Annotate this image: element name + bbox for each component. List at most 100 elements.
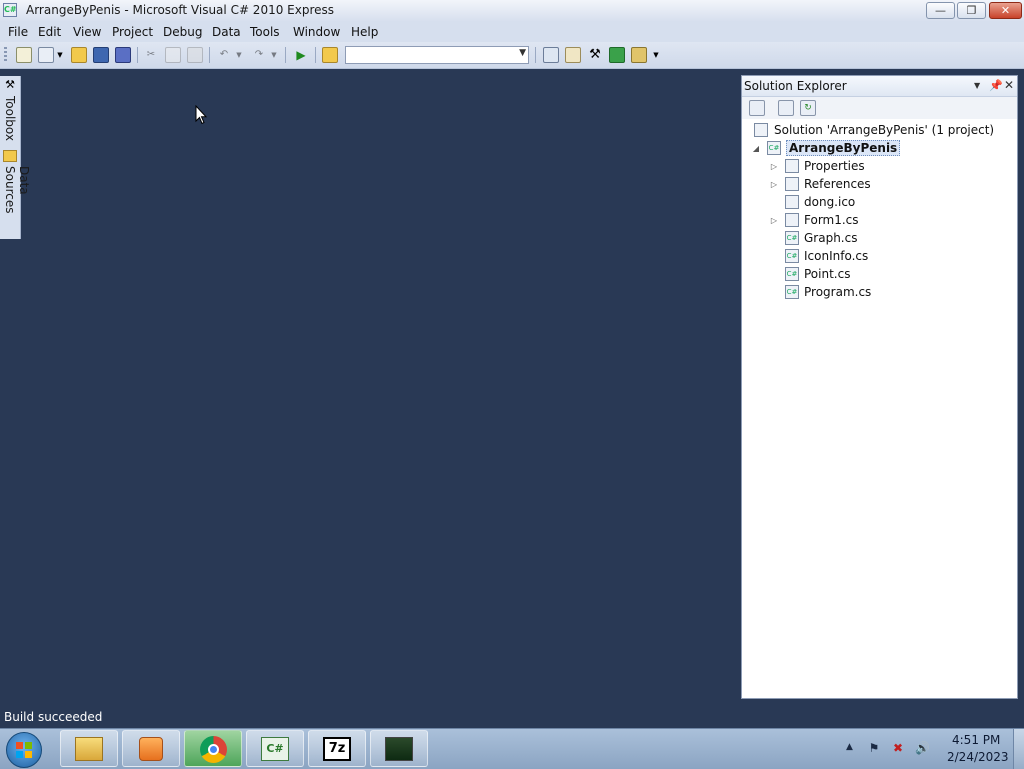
volume-icon[interactable]: 🔊 xyxy=(915,741,930,755)
solution-explorer-icon[interactable] xyxy=(543,47,559,63)
menu-tools[interactable]: Tools xyxy=(250,25,280,39)
status-bar: Build succeeded xyxy=(0,706,1024,728)
mouse-cursor-icon xyxy=(195,105,207,125)
menu-project[interactable]: Project xyxy=(112,25,153,39)
clock-date[interactable]: 2/24/2023 xyxy=(947,750,1009,764)
minimize-button[interactable]: — xyxy=(926,2,955,19)
open-icon[interactable] xyxy=(71,47,87,63)
close-panel-icon[interactable]: ✕ xyxy=(1004,78,1014,92)
project-node[interactable]: ◢ C# ArrangeByPenis xyxy=(751,139,901,157)
taskbar-visual-csharp-express[interactable]: C# xyxy=(246,730,304,767)
close-button[interactable]: ✕ xyxy=(989,2,1022,19)
chrome-icon xyxy=(200,736,227,763)
tree-item-properties[interactable]: ▷ Properties xyxy=(769,157,865,175)
auto-hide-pin-icon[interactable]: 📌 xyxy=(989,79,1003,92)
show-desktop-button[interactable] xyxy=(1013,729,1024,769)
title-bar[interactable]: C# ArrangeByPenis - Microsoft Visual C# … xyxy=(0,0,1024,23)
cut-icon[interactable]: ✂ xyxy=(143,47,159,63)
tree-item-form1[interactable]: ▷ Form1.cs xyxy=(769,211,859,229)
toolbar-overflow-icon[interactable]: ▼ xyxy=(651,47,661,63)
find-combo-box[interactable]: ▼ xyxy=(345,46,529,64)
new-project-icon[interactable] xyxy=(16,47,32,63)
add-item-icon[interactable] xyxy=(38,47,54,63)
tree-item-iconinfo[interactable]: C# IconInfo.cs xyxy=(769,247,868,265)
start-debugging-icon[interactable]: ▶ xyxy=(293,47,309,63)
chevron-down-icon[interactable]: ▼ xyxy=(270,47,278,63)
data-sources-tab[interactable]: Data Sources xyxy=(3,166,31,239)
action-center-icon[interactable]: ⚑ xyxy=(867,741,881,755)
panel-title: Solution Explorer xyxy=(744,79,847,93)
solution-explorer-panel: Solution Explorer ▼ 📌 ✕ ↻ Solution 'Arra… xyxy=(741,75,1018,699)
tree-item-program[interactable]: C# Program.cs xyxy=(769,283,871,301)
taskbar-google-chrome[interactable] xyxy=(184,730,242,767)
data-sources-icon xyxy=(3,150,17,162)
undo-icon[interactable]: ↶ xyxy=(216,47,232,63)
show-all-files-icon[interactable] xyxy=(778,100,794,116)
tree-item-references[interactable]: ▷ References xyxy=(769,175,871,193)
copy-icon[interactable] xyxy=(165,47,181,63)
start-page-icon[interactable] xyxy=(631,47,647,63)
menu-view[interactable]: View xyxy=(73,25,101,39)
csharp-project-icon: C# xyxy=(767,141,781,155)
paste-icon[interactable] xyxy=(187,47,203,63)
expand-arrow-icon[interactable]: ▷ xyxy=(769,180,779,189)
toolbar-separator xyxy=(285,47,286,63)
tree-item-label: Form1.cs xyxy=(804,213,859,227)
tree-item-dong-ico[interactable]: dong.ico xyxy=(769,193,855,211)
find-in-files-icon[interactable] xyxy=(322,47,338,63)
toolbar-grip[interactable] xyxy=(4,47,7,63)
csharp-file-icon: C# xyxy=(785,267,799,281)
menu-file[interactable]: File xyxy=(8,25,28,39)
references-folder-icon xyxy=(785,177,799,191)
network-disconnected-icon[interactable]: ✖ xyxy=(891,741,905,755)
menu-debug[interactable]: Debug xyxy=(163,25,202,39)
taskbar: C# 7z ▲ ⚑ ✖ 🔊 4:51 PM 2/24/2023 xyxy=(0,728,1024,769)
save-all-icon[interactable] xyxy=(115,47,131,63)
properties-icon[interactable] xyxy=(565,47,581,63)
expand-arrow-icon[interactable]: ▷ xyxy=(769,216,779,225)
window-title: ArrangeByPenis - Microsoft Visual C# 201… xyxy=(26,3,335,17)
restore-icon: ❐ xyxy=(966,4,977,17)
auto-hide-tab-strip: ⚒ Toolbox Data Sources xyxy=(0,76,31,239)
taskbar-7zip[interactable]: 7z xyxy=(308,730,366,767)
csharp-app-icon: C# xyxy=(261,737,289,761)
taskbar-windows-media-player[interactable] xyxy=(122,730,180,767)
minimize-icon: — xyxy=(935,4,946,17)
toolbox-icon[interactable]: ⚒ xyxy=(587,47,603,63)
restore-button[interactable]: ❐ xyxy=(957,2,986,19)
chevron-down-icon[interactable]: ▼ xyxy=(519,48,526,58)
visual-csharp-app-icon[interactable]: C# xyxy=(3,3,17,17)
solution-explorer-header[interactable]: Solution Explorer ▼ 📌 ✕ xyxy=(742,76,1017,97)
chevron-down-icon[interactable]: ▼ xyxy=(235,47,243,63)
tree-item-label: References xyxy=(804,177,871,191)
properties-icon[interactable] xyxy=(749,100,765,116)
start-button[interactable] xyxy=(6,732,42,768)
window-position-icon[interactable]: ▼ xyxy=(974,81,980,90)
properties-folder-icon xyxy=(785,159,799,173)
form-file-icon xyxy=(785,213,799,227)
redo-icon[interactable]: ↷ xyxy=(251,47,267,63)
taskbar-windows-explorer[interactable] xyxy=(60,730,118,767)
taskbar-remote-desktop[interactable] xyxy=(370,730,428,767)
toolbar-separator xyxy=(209,47,210,63)
menu-window[interactable]: Window xyxy=(293,25,340,39)
menu-data[interactable]: Data xyxy=(212,25,241,39)
tree-item-graph[interactable]: C# Graph.cs xyxy=(769,229,857,247)
menu-help[interactable]: Help xyxy=(351,25,378,39)
tree-item-label: Program.cs xyxy=(804,285,872,299)
show-hidden-icons-icon[interactable]: ▲ xyxy=(846,742,853,752)
tree-item-label: dong.ico xyxy=(804,195,856,209)
save-icon[interactable] xyxy=(93,47,109,63)
chevron-down-icon[interactable]: ▼ xyxy=(56,47,64,63)
refresh-icon[interactable]: ↻ xyxy=(800,100,816,116)
toolbox-tab[interactable]: Toolbox xyxy=(3,96,17,141)
menu-edit[interactable]: Edit xyxy=(38,25,61,39)
solution-explorer-toolbar: ↻ xyxy=(742,97,1017,119)
solution-node[interactable]: Solution 'ArrangeByPenis' (1 project) xyxy=(754,121,994,139)
tree-item-point[interactable]: C# Point.cs xyxy=(769,265,850,283)
toolbar-separator xyxy=(535,47,536,63)
expand-arrow-icon[interactable]: ▷ xyxy=(769,162,779,171)
collapse-arrow-icon[interactable]: ◢ xyxy=(751,144,761,153)
object-browser-icon[interactable] xyxy=(609,47,625,63)
clock-time[interactable]: 4:51 PM xyxy=(952,733,1000,747)
